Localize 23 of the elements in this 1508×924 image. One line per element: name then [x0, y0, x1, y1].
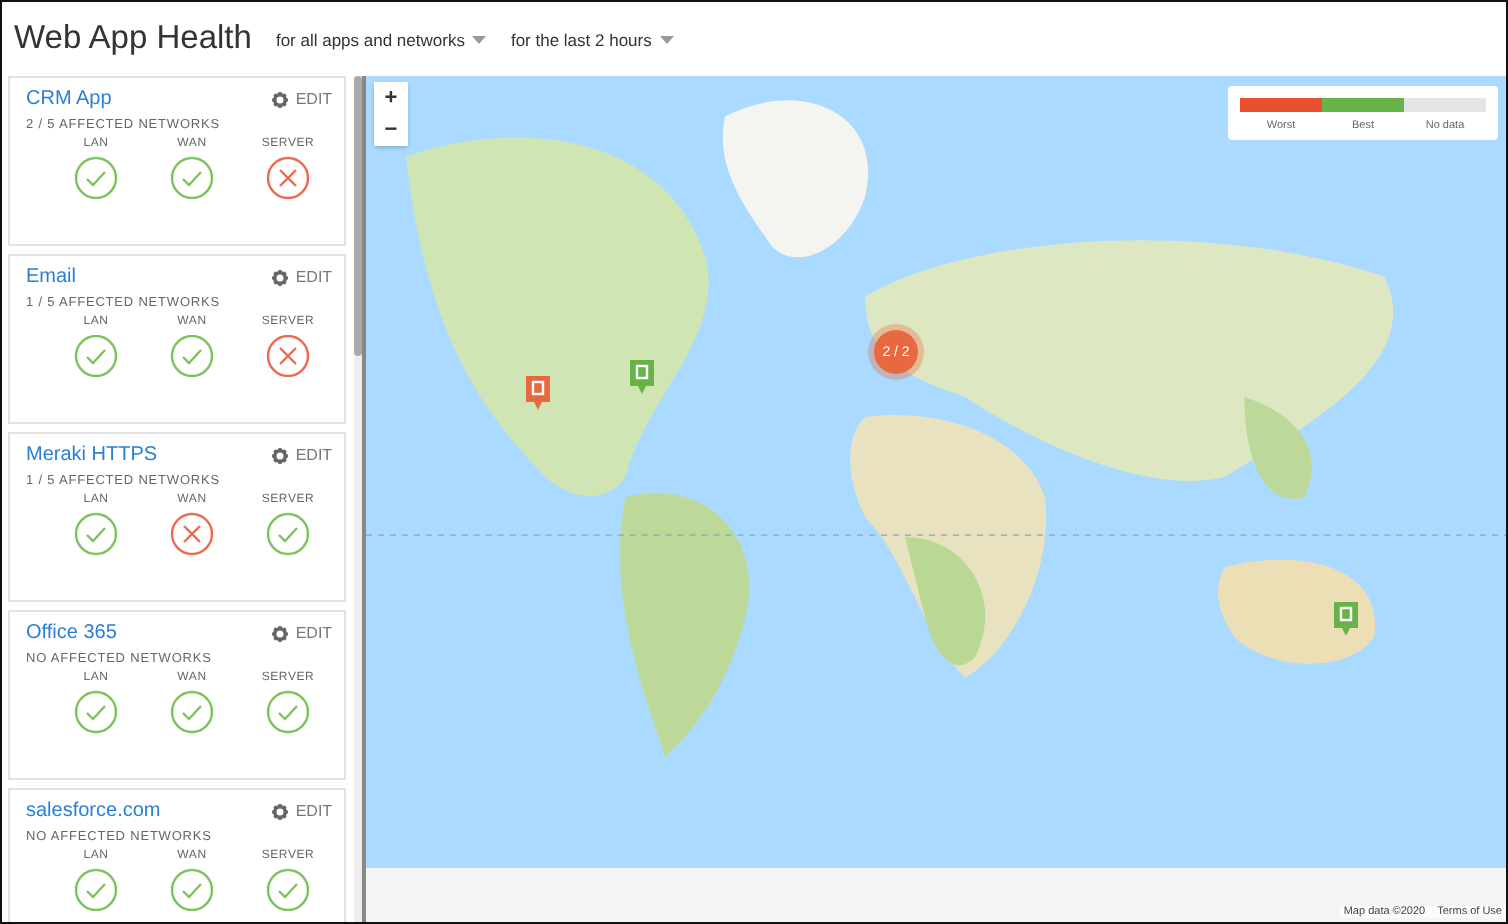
page-title: Web App Health [14, 20, 252, 58]
filter-dropdown[interactable]: for the last 2 hours [510, 29, 674, 49]
gear-icon [271, 803, 288, 819]
edit-button[interactable]: EDIT [271, 90, 333, 108]
scrollbar[interactable] [354, 76, 362, 922]
edit-button[interactable]: EDIT [271, 624, 333, 642]
gear-icon [271, 625, 288, 641]
app-link[interactable]: Meraki HTTPS [26, 444, 158, 466]
edit-button[interactable]: EDIT [271, 802, 333, 820]
caret-icon [472, 35, 487, 43]
app-link[interactable]: Email [26, 266, 77, 288]
gear-icon [271, 447, 288, 463]
edit-button[interactable]: EDIT [271, 446, 333, 464]
app-link[interactable]: CRM App [26, 88, 112, 110]
caret-icon [659, 35, 674, 43]
gear-icon [271, 269, 288, 285]
gear-icon [271, 91, 288, 107]
edit-button[interactable]: EDIT [271, 268, 333, 286]
app-link[interactable]: Office 365 [26, 622, 117, 644]
zoom-in-button[interactable]: + [374, 82, 408, 114]
zoom-out-button[interactable]: − [374, 114, 408, 146]
filter-dropdown[interactable]: for all apps and networks [275, 29, 487, 49]
app-link[interactable]: salesforce.com [26, 800, 161, 822]
